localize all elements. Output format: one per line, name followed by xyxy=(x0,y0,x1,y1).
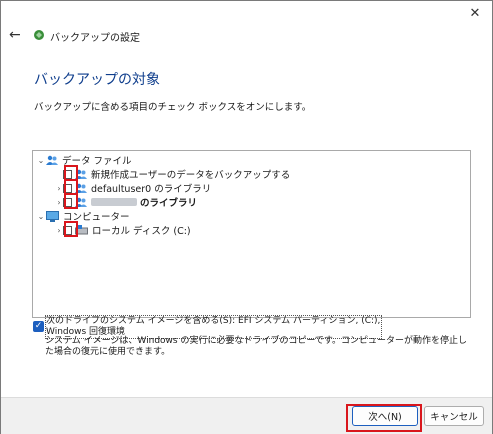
redacted-username xyxy=(91,198,137,206)
tree-node-new-users[interactable]: 新規作成ユーザーのデータをバックアップする xyxy=(55,167,290,181)
window-title: バックアップの設定 xyxy=(50,33,140,44)
page-title: バックアップの対象 xyxy=(34,72,160,88)
tree-label-local-disk: ローカル ディスク (C:) xyxy=(92,226,191,237)
users-icon xyxy=(46,155,58,165)
close-button[interactable]: ✕ xyxy=(462,3,488,23)
highlight-box xyxy=(64,221,78,237)
backup-items-tree[interactable]: ⌄ データ ファイル 新規作成ユーザーのデータをバックアップする › defau… xyxy=(32,150,471,318)
back-arrow-icon[interactable]: ← xyxy=(9,27,21,43)
computer-icon xyxy=(46,210,59,222)
chevron-down-icon[interactable]: ⌄ xyxy=(36,156,46,165)
tree-node-computer[interactable]: ⌄ コンピューター xyxy=(36,209,130,223)
page-description: バックアップに含める項目のチェック ボックスをオンにします。 xyxy=(34,102,312,113)
chevron-right-icon[interactable]: › xyxy=(55,226,63,235)
cancel-button[interactable]: キャンセル xyxy=(424,406,484,426)
highlight-box xyxy=(346,404,422,432)
system-image-checkbox[interactable]: ✓ xyxy=(33,321,44,332)
highlight-box xyxy=(64,193,78,209)
backup-settings-window: ✕ ← バックアップの設定 バックアップの対象 バックアップに含める項目のチェッ… xyxy=(0,0,493,434)
chevron-right-icon[interactable]: › xyxy=(55,198,63,207)
chevron-right-icon[interactable]: › xyxy=(55,184,63,193)
chevron-down-icon[interactable]: ⌄ xyxy=(36,212,46,221)
tree-node-data-files[interactable]: ⌄ データ ファイル xyxy=(36,153,132,167)
tree-node-default-user[interactable]: › defaultuser0 のライブラリ xyxy=(55,181,211,195)
backup-app-icon xyxy=(34,30,44,40)
system-image-description: システム イメージは、Windows の実行に必要なドライブのコピーです。コンピ… xyxy=(45,336,468,357)
tree-label-current-user: のライブラリ xyxy=(140,198,198,209)
header: ← バックアップの設定 xyxy=(1,25,492,47)
tree-label-new-users: 新規作成ユーザーのデータをバックアップする xyxy=(91,170,291,181)
tree-label-default-user: defaultuser0 のライブラリ xyxy=(91,184,212,195)
